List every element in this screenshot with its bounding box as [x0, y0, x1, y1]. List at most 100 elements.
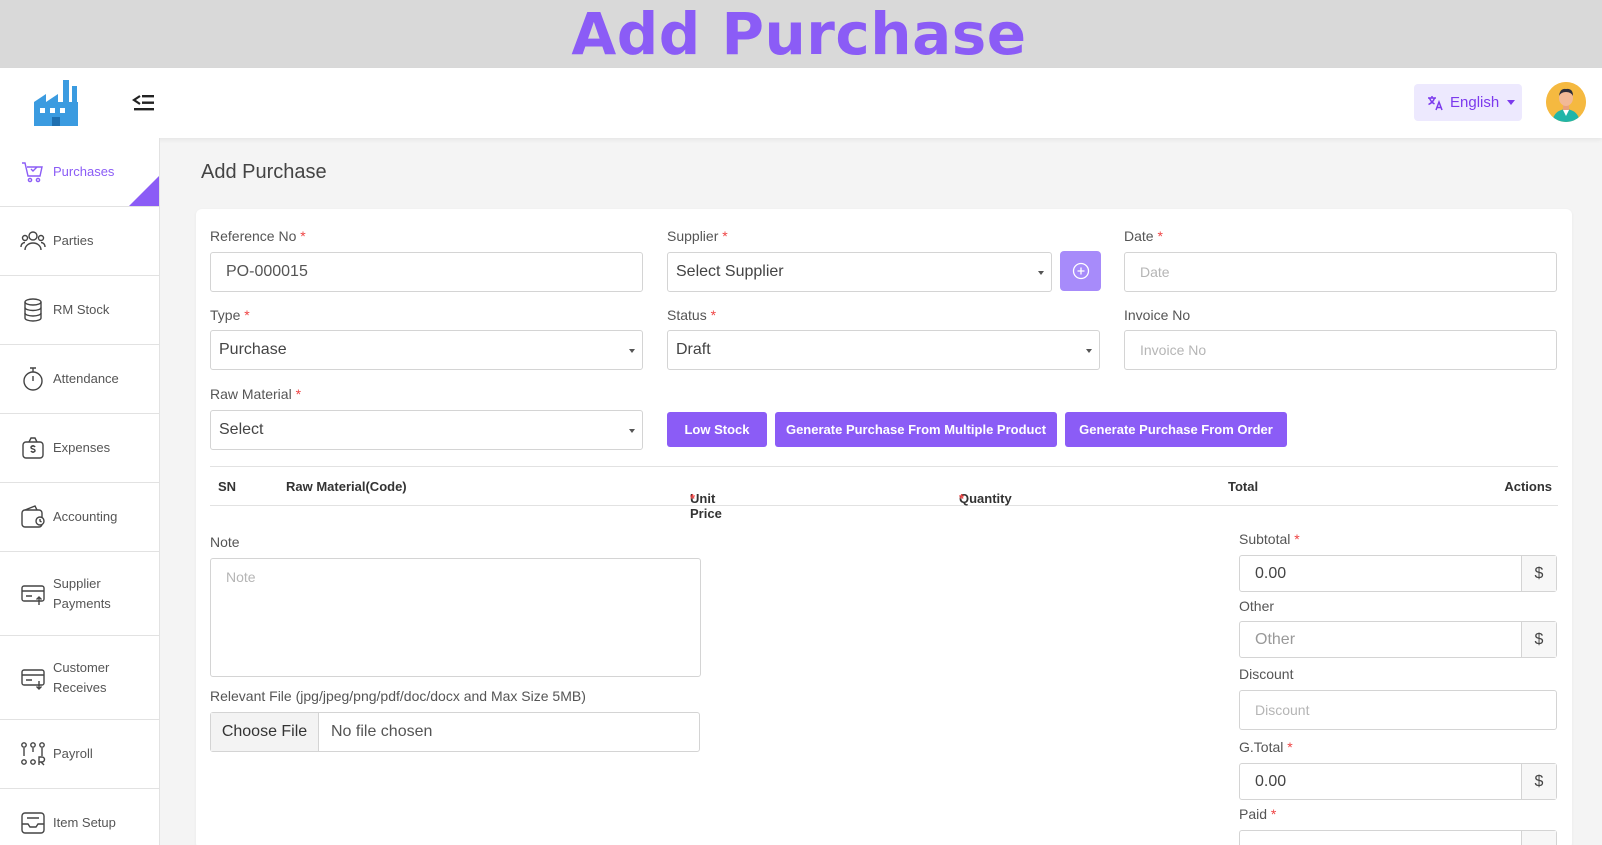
sidebar-item-item-setup[interactable]: Item Setup	[0, 789, 159, 845]
sidebar-item-label: Accounting	[53, 509, 118, 524]
language-dropdown[interactable]: English	[1414, 84, 1522, 121]
choose-file-button[interactable]: Choose File	[211, 713, 319, 751]
page-banner: Add Purchase	[0, 0, 1602, 68]
required-marker: *	[722, 228, 728, 244]
status-value: Draft	[676, 341, 711, 358]
sidebar-item-payroll[interactable]: Payroll	[0, 720, 159, 789]
sidebar-item-label: Item Setup	[53, 815, 116, 830]
file-label: Relevant File (jpg/jpeg/png/pdf/doc/docx…	[210, 688, 586, 704]
wallet-icon	[21, 505, 45, 528]
stopwatch-icon	[23, 367, 43, 391]
sidebar-item-label: Attendance	[53, 371, 119, 386]
required-marker: *	[1270, 806, 1277, 822]
currency-addon: $	[1521, 764, 1556, 799]
plus-circle-icon	[1072, 262, 1089, 280]
sidebar-item-label: Supplier Payments	[53, 575, 111, 611]
sidebar-item-supplier-payments[interactable]: Supplier Payments	[0, 552, 159, 636]
supplier-label-text: Supplier	[667, 228, 719, 244]
date-label: Date *	[1124, 228, 1163, 244]
top-navbar: English	[0, 68, 1602, 138]
paid-label-text: Paid	[1239, 806, 1268, 822]
low-stock-button[interactable]: Low Stock	[667, 412, 767, 447]
inbox-icon	[21, 812, 45, 834]
user-avatar[interactable]	[1546, 82, 1586, 122]
supplier-select[interactable]: Select Supplier	[667, 252, 1052, 292]
currency-addon: $	[1521, 622, 1556, 657]
reference-input[interactable]: PO-000015	[210, 252, 643, 292]
page-title: Add Purchase	[201, 161, 327, 183]
reference-value: PO-000015	[226, 263, 308, 280]
card-out-icon	[21, 584, 45, 605]
invoice-input[interactable]: Invoice No	[1124, 330, 1557, 370]
items-table-header: SN Raw Material(Code) Unit Price * Quanti…	[210, 466, 1558, 521]
sidebar-item-parties[interactable]: Parties	[0, 207, 159, 276]
sidebar-item-label: Payroll	[53, 746, 93, 761]
note-textarea[interactable]: Note	[210, 558, 701, 677]
file-input[interactable]: Choose File No file chosen	[210, 712, 700, 752]
gtotal-input[interactable]: 0.00 $	[1239, 763, 1557, 800]
sidebar-item-rm-stock[interactable]: RM Stock	[0, 276, 159, 345]
status-label-text: Status	[667, 307, 707, 323]
gtotal-label-text: G.Total	[1239, 739, 1284, 755]
required-marker: *	[300, 228, 306, 244]
status-label: Status *	[667, 307, 716, 323]
generate-multiple-product-button[interactable]: Generate Purchase From Multiple Product	[775, 412, 1057, 447]
note-label: Note	[210, 534, 240, 550]
raw-material-label: Raw Material *	[210, 386, 301, 402]
other-input[interactable]: Other $	[1239, 621, 1557, 658]
add-supplier-button[interactable]	[1060, 251, 1101, 291]
currency-addon	[1521, 831, 1556, 845]
users-icon	[20, 231, 46, 251]
col-actions: Actions	[1504, 479, 1552, 494]
sidebar-item-accounting[interactable]: Accounting	[0, 483, 159, 552]
language-label: English	[1450, 94, 1500, 111]
purchase-form-card: Reference No * PO-000015 Supplier * Sele…	[196, 209, 1572, 845]
sidebar-item-label: Purchases	[53, 164, 115, 179]
raw-material-label-text: Raw Material	[210, 386, 292, 402]
other-label: Other	[1239, 598, 1275, 614]
date-input[interactable]: Date	[1124, 252, 1557, 292]
supplier-label: Supplier *	[667, 228, 728, 244]
sidebar-item-attendance[interactable]: Attendance	[0, 345, 159, 414]
file-status: No file chosen	[331, 723, 433, 740]
other-placeholder: Other	[1255, 630, 1296, 648]
sidebar-item-expenses[interactable]: Expenses	[0, 414, 159, 483]
reference-label: Reference No *	[210, 228, 306, 244]
supplier-value: Select Supplier	[676, 263, 784, 280]
col-sn: SN	[218, 479, 237, 494]
raw-material-select[interactable]: Select	[210, 410, 643, 450]
sidebar-item-purchases[interactable]: Purchases	[0, 138, 159, 207]
type-value: Purchase	[219, 341, 287, 358]
subtotal-label-text: Subtotal	[1239, 531, 1291, 547]
status-select[interactable]: Draft	[667, 330, 1100, 370]
banner-title: Add Purchase	[571, 0, 1027, 68]
subtotal-input[interactable]: 0.00 $	[1239, 555, 1557, 592]
gtotal-label: G.Total *	[1239, 739, 1293, 755]
required-marker: *	[295, 386, 302, 402]
generate-from-order-button[interactable]: Generate Purchase From Order	[1065, 412, 1287, 447]
sidebar-item-label: Customer Receives	[53, 659, 110, 695]
discount-input[interactable]: Discount	[1239, 690, 1557, 730]
discount-placeholder: Discount	[1255, 702, 1310, 718]
sidebar-item-label: Expenses	[53, 440, 111, 455]
note-placeholder: Note	[226, 569, 256, 585]
payroll-icon	[21, 742, 46, 766]
type-select[interactable]: Purchase	[210, 330, 643, 370]
required-marker: *	[710, 307, 717, 323]
subtotal-label: Subtotal *	[1239, 531, 1300, 547]
gtotal-value: 0.00	[1255, 772, 1287, 790]
subtotal-value: 0.00	[1255, 564, 1287, 582]
reference-label-text: Reference No	[210, 228, 297, 244]
required-marker: *	[690, 491, 696, 506]
required-marker: *	[1157, 228, 1163, 244]
date-placeholder: Date	[1140, 264, 1170, 280]
sidebar-item-customer-receives[interactable]: Customer Receives	[0, 636, 159, 720]
paid-value	[1240, 831, 1521, 845]
paid-input[interactable]	[1239, 830, 1557, 845]
menu-toggle-icon[interactable]	[132, 92, 156, 114]
date-label-text: Date	[1124, 228, 1154, 244]
currency-addon: $	[1521, 556, 1556, 591]
raw-material-value: Select	[219, 421, 264, 438]
invoice-label: Invoice No	[1124, 307, 1191, 323]
factory-logo-icon[interactable]	[32, 78, 80, 128]
